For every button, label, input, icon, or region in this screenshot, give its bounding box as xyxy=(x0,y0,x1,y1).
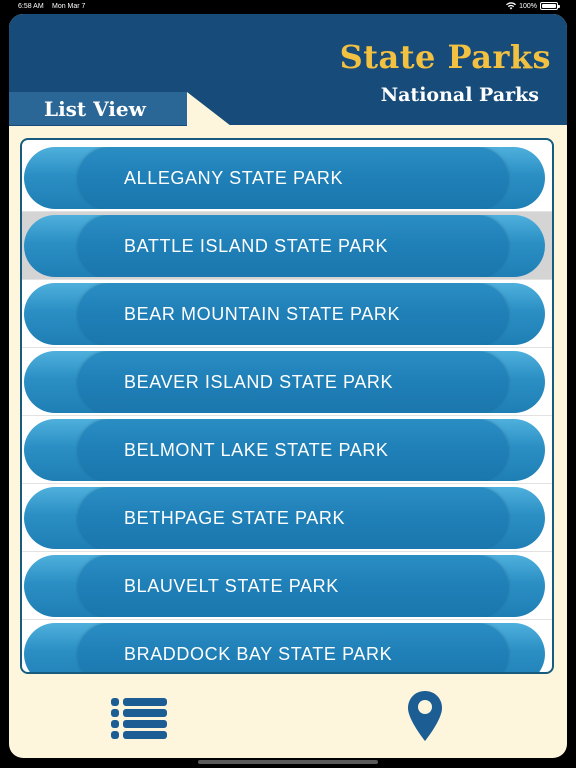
map-pin-icon[interactable] xyxy=(407,690,443,742)
list-item[interactable]: BEAR MOUNTAIN STATE PARK xyxy=(22,280,552,348)
park-name: BRADDOCK BAY STATE PARK xyxy=(124,644,393,664)
park-button[interactable]: BLAUVELT STATE PARK xyxy=(24,555,545,617)
home-indicator xyxy=(198,760,378,764)
list-item[interactable]: BATTLE ISLAND STATE PARK xyxy=(22,212,552,280)
park-name: BEAR MOUNTAIN STATE PARK xyxy=(124,304,401,324)
list-item[interactable]: BELMONT LAKE STATE PARK xyxy=(22,416,552,484)
park-button[interactable]: BEAVER ISLAND STATE PARK xyxy=(24,351,545,413)
status-bar: 6:58 AM Mon Mar 7 100% xyxy=(0,0,576,14)
park-button[interactable]: BELMONT LAKE STATE PARK xyxy=(24,419,545,481)
park-name: BELMONT LAKE STATE PARK xyxy=(124,440,389,460)
park-button[interactable]: ALLEGANY STATE PARK xyxy=(24,147,545,209)
park-name: BATTLE ISLAND STATE PARK xyxy=(124,236,389,256)
park-button[interactable]: BATTLE ISLAND STATE PARK xyxy=(24,215,545,277)
list-item[interactable]: BLAUVELT STATE PARK xyxy=(22,552,552,620)
list-item[interactable]: ALLEGANY STATE PARK xyxy=(22,144,552,212)
park-button[interactable]: BETHPAGE STATE PARK xyxy=(24,487,545,549)
status-time: 6:58 AM xyxy=(18,3,44,10)
park-button[interactable]: BRADDOCK BAY STATE PARK xyxy=(24,623,545,672)
park-name: BLAUVELT STATE PARK xyxy=(124,576,339,596)
battery-percent: 100% xyxy=(519,2,537,10)
app-title: State Parks xyxy=(339,38,551,76)
status-date: Mon Mar 7 xyxy=(52,3,86,10)
wifi-icon xyxy=(506,2,517,10)
status-indicators: 100% xyxy=(506,2,560,10)
list-item[interactable]: BETHPAGE STATE PARK xyxy=(22,484,552,552)
park-name: BETHPAGE STATE PARK xyxy=(124,508,346,528)
national-parks-link[interactable]: National Parks xyxy=(381,84,539,106)
park-list-scroll[interactable]: ALLEGANY STATE PARK BATTLE ISLAND STATE P… xyxy=(22,140,552,672)
app-window: State Parks National Parks List View ALL… xyxy=(9,14,567,758)
list-view-label: List View xyxy=(44,97,146,121)
list-icon[interactable] xyxy=(111,696,167,740)
park-list[interactable]: ALLEGANY STATE PARK BATTLE ISLAND STATE P… xyxy=(20,138,554,674)
list-item[interactable]: BEAVER ISLAND STATE PARK xyxy=(22,348,552,416)
park-name: ALLEGANY STATE PARK xyxy=(124,168,344,188)
bottom-toolbar xyxy=(9,676,567,758)
park-name: BEAVER ISLAND STATE PARK xyxy=(124,372,394,392)
park-button[interactable]: BEAR MOUNTAIN STATE PARK xyxy=(24,283,545,345)
list-item[interactable]: BRADDOCK BAY STATE PARK xyxy=(22,620,552,672)
battery-icon xyxy=(540,2,560,10)
